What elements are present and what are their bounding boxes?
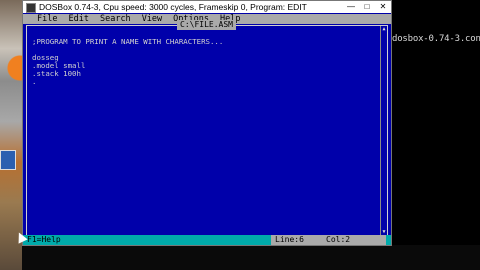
- minimize-button[interactable]: —: [343, 1, 359, 13]
- desktop-app-icon[interactable]: [0, 50, 24, 90]
- code-area[interactable]: ;PROGRAM TO PRINT A NAME WITH CHARACTERS…: [32, 38, 223, 86]
- menu-edit[interactable]: Edit: [68, 14, 88, 24]
- window-titlebar[interactable]: DOSBox 0.74-3, Cpu speed: 3000 cycles, F…: [23, 1, 391, 13]
- window-controls: — □ ✕: [343, 1, 391, 13]
- menu-file[interactable]: File: [37, 14, 57, 24]
- menu-search[interactable]: Search: [100, 14, 131, 24]
- menu-view[interactable]: View: [142, 14, 162, 24]
- close-button[interactable]: ✕: [375, 1, 391, 13]
- dosbox-window: DOSBox 0.74-3, Cpu speed: 3000 cycles, F…: [22, 0, 392, 246]
- terminal-filename: dosbox-0.74-3.conf: [392, 34, 480, 44]
- window-title: DOSBox 0.74-3, Cpu speed: 3000 cycles, F…: [39, 2, 307, 12]
- maximize-button[interactable]: □: [359, 1, 375, 13]
- status-help[interactable]: F1=Help: [27, 235, 61, 245]
- vertical-scrollbar[interactable]: ▲ ▼: [380, 26, 387, 235]
- status-bar: F1=Help Line:6 Col:2: [23, 235, 391, 245]
- code-line: ;PROGRAM TO PRINT A NAME WITH CHARACTERS…: [32, 37, 224, 46]
- taskbar-area: [22, 245, 480, 270]
- file-title: C:\FILE.ASM: [177, 20, 236, 30]
- scroll-up-arrow-icon[interactable]: ▲: [381, 26, 387, 32]
- editor-pane[interactable]: C:\FILE.ASM ;PROGRAM TO PRINT A NAME WIT…: [26, 20, 388, 235]
- code-line: .stack 100h: [32, 69, 81, 78]
- dosbox-app-icon: [26, 3, 36, 13]
- desktop-file-icon[interactable]: [0, 150, 16, 170]
- code-line: .: [32, 77, 37, 86]
- status-col: Col:2: [323, 235, 386, 245]
- status-line: Line:6: [271, 235, 330, 245]
